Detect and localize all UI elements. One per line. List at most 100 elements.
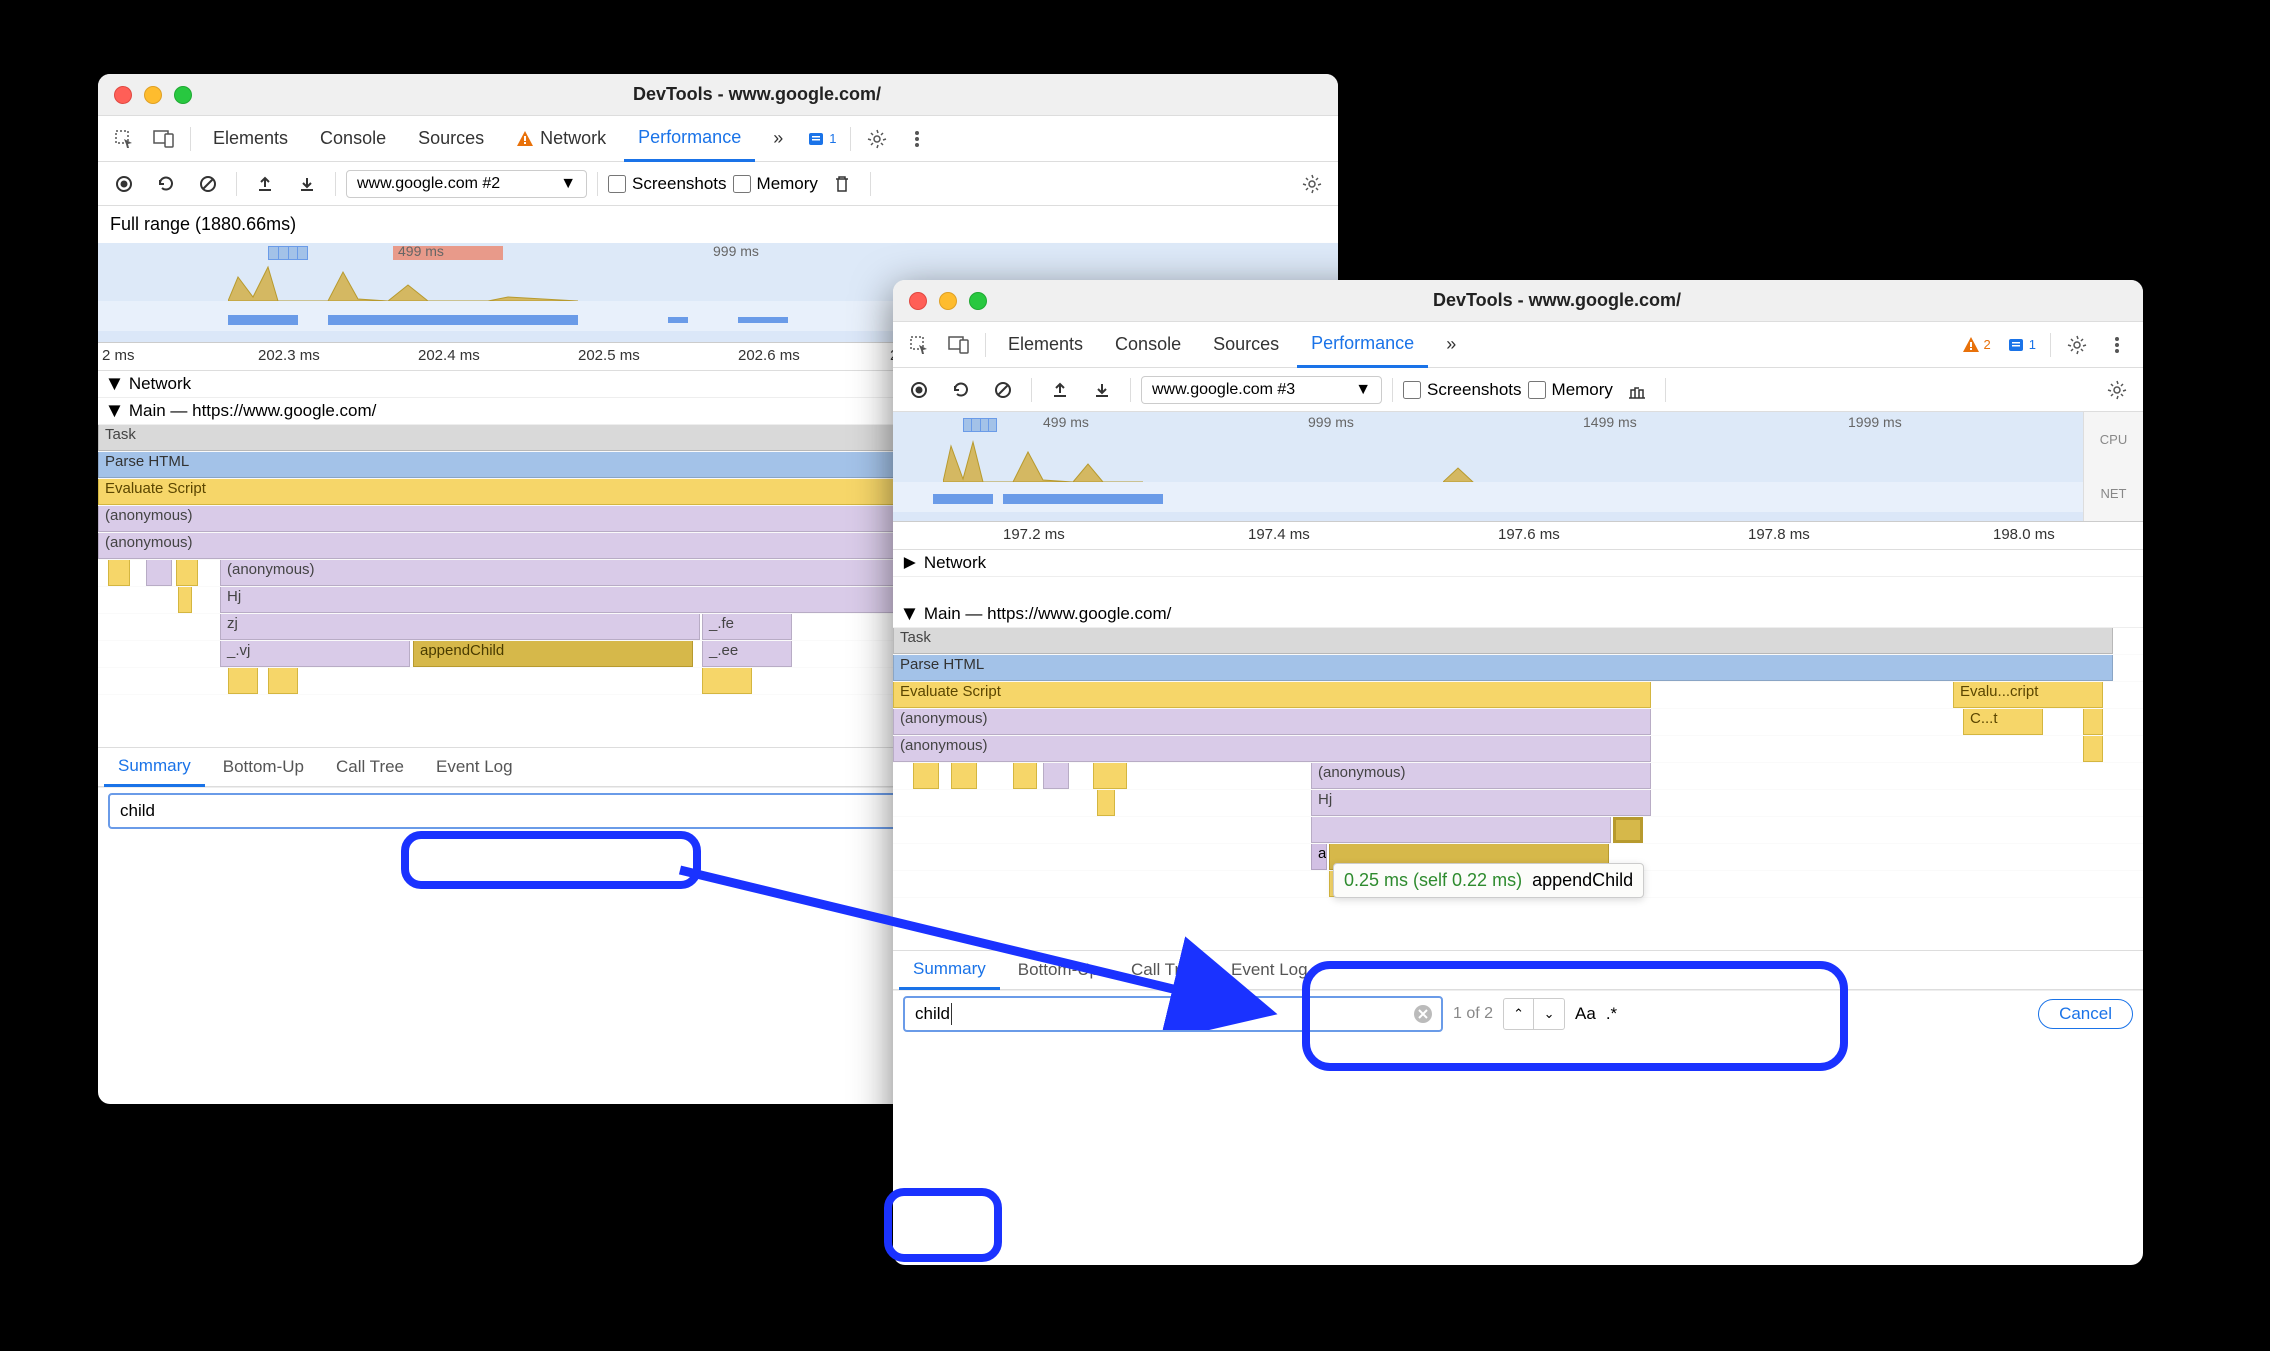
flame-tooltip: 0.25 ms (self 0.22 ms) appendChild bbox=[1333, 863, 1644, 898]
tab-performance[interactable]: Performance bbox=[624, 116, 755, 162]
minimap-overview[interactable]: 499 ms 999 ms 1499 ms 1999 ms CPU NET bbox=[893, 412, 2143, 522]
flame-hj[interactable]: Hj bbox=[1311, 790, 1651, 816]
upload-icon[interactable] bbox=[1042, 372, 1078, 408]
tab-event-log[interactable]: Event Log bbox=[422, 747, 527, 787]
clear-icon[interactable] bbox=[1413, 1004, 1433, 1024]
perf-toolbar: www.google.com #2 ▼ Screenshots Memory bbox=[98, 162, 1338, 206]
flame-anonymous[interactable]: (anonymous) bbox=[893, 709, 1651, 735]
clear-button[interactable] bbox=[985, 372, 1021, 408]
time-ruler[interactable]: 197.2 ms 197.4 ms 197.6 ms 197.8 ms 198.… bbox=[893, 522, 2143, 550]
network-section[interactable]: ▼Network bbox=[893, 550, 2143, 577]
search-next-icon[interactable]: ⌄ bbox=[1534, 999, 1564, 1029]
tab-network[interactable]: Network bbox=[502, 116, 620, 162]
dropdown-icon: ▼ bbox=[560, 175, 576, 193]
flame-anonymous[interactable]: (anonymous) bbox=[1311, 763, 1651, 789]
flame-vj[interactable]: _.vj bbox=[220, 641, 410, 667]
flame-anonymous[interactable]: (anonymous) bbox=[220, 560, 920, 586]
tab-sources[interactable]: Sources bbox=[1199, 322, 1293, 368]
flame-appendchild[interactable]: appendChild bbox=[413, 641, 693, 667]
flame-task[interactable]: Task bbox=[893, 628, 2113, 654]
tab-call-tree[interactable]: Call Tree bbox=[1117, 950, 1213, 990]
download-icon[interactable] bbox=[1084, 372, 1120, 408]
devtools-window-2: DevTools - www.google.com/ Elements Cons… bbox=[893, 280, 2143, 1265]
flame-ee[interactable]: _.ee bbox=[702, 641, 792, 667]
minimize-window-button[interactable] bbox=[939, 292, 957, 310]
main-section[interactable]: ▼Main — https://www.google.com/ bbox=[893, 601, 2143, 628]
titlebar: DevTools - www.google.com/ bbox=[893, 280, 2143, 322]
recording-selector[interactable]: www.google.com #2 ▼ bbox=[346, 170, 587, 198]
tab-elements[interactable]: Elements bbox=[994, 322, 1097, 368]
tab-call-tree[interactable]: Call Tree bbox=[322, 747, 418, 787]
record-button[interactable] bbox=[106, 166, 142, 202]
close-window-button[interactable] bbox=[114, 86, 132, 104]
flame-ct[interactable]: C...t bbox=[1963, 709, 2043, 735]
warning-icon bbox=[516, 130, 534, 148]
flame-fe[interactable]: _.fe bbox=[702, 614, 792, 640]
cancel-button[interactable]: Cancel bbox=[2038, 999, 2133, 1029]
device-toggle-icon[interactable] bbox=[941, 327, 977, 363]
tab-elements[interactable]: Elements bbox=[199, 116, 302, 162]
delete-icon[interactable] bbox=[824, 166, 860, 202]
recording-selector[interactable]: www.google.com #3 ▼ bbox=[1141, 376, 1382, 404]
maximize-window-button[interactable] bbox=[174, 86, 192, 104]
tab-console[interactable]: Console bbox=[1101, 322, 1195, 368]
perf-toolbar: www.google.com #3 ▼ Screenshots Memory bbox=[893, 368, 2143, 412]
tab-more[interactable]: » bbox=[759, 116, 797, 162]
flame-parse-html[interactable]: Parse HTML bbox=[893, 655, 2113, 681]
tab-sources[interactable]: Sources bbox=[404, 116, 498, 162]
collect-garbage-icon[interactable] bbox=[1619, 372, 1655, 408]
tab-console[interactable]: Console bbox=[306, 116, 400, 162]
tab-bottom-up[interactable]: Bottom-Up bbox=[1004, 950, 1113, 990]
inspect-icon[interactable] bbox=[901, 327, 937, 363]
clear-button[interactable] bbox=[190, 166, 226, 202]
issues-icon bbox=[807, 130, 825, 148]
search-prev-icon[interactable]: ⌃ bbox=[1504, 999, 1534, 1029]
device-toggle-icon[interactable] bbox=[146, 121, 182, 157]
minimize-window-button[interactable] bbox=[144, 86, 162, 104]
search-bar: child 1 of 2 ⌃ ⌄ Aa .* Cancel bbox=[893, 990, 2143, 1036]
screenshots-checkbox[interactable]: Screenshots bbox=[608, 174, 727, 194]
reload-record-button[interactable] bbox=[943, 372, 979, 408]
panel-tabbar: Elements Console Sources Network Perform… bbox=[98, 116, 1338, 162]
regex-toggle[interactable]: .* bbox=[1606, 1004, 1617, 1024]
kebab-menu-icon[interactable] bbox=[2099, 327, 2135, 363]
flame-evaluate-script[interactable]: Evaluate Script bbox=[893, 682, 1651, 708]
screenshots-checkbox[interactable]: Screenshots bbox=[1403, 380, 1522, 400]
flame-anonymous[interactable]: (anonymous) bbox=[893, 736, 1651, 762]
tab-more[interactable]: » bbox=[1432, 322, 1470, 368]
tab-summary[interactable]: Summary bbox=[104, 747, 205, 787]
tab-event-log[interactable]: Event Log bbox=[1217, 950, 1322, 990]
search-input[interactable]: child bbox=[903, 996, 1443, 1032]
warnings-badge[interactable]: 2 bbox=[1956, 336, 1997, 354]
window-title: DevTools - www.google.com/ bbox=[987, 290, 2127, 311]
panel-tabbar: Elements Console Sources Performance » 2… bbox=[893, 322, 2143, 368]
reload-record-button[interactable] bbox=[148, 166, 184, 202]
details-tabs: Summary Bottom-Up Call Tree Event Log bbox=[893, 950, 2143, 990]
flame-chart[interactable]: Task Parse HTML Evaluate Script Evalu...… bbox=[893, 628, 2143, 898]
settings-gear-icon[interactable] bbox=[2099, 372, 2135, 408]
memory-checkbox[interactable]: Memory bbox=[733, 174, 818, 194]
settings-icon[interactable] bbox=[2059, 327, 2095, 363]
kebab-menu-icon[interactable] bbox=[899, 121, 935, 157]
search-result-count: 1 of 2 bbox=[1453, 1005, 1493, 1023]
window-title: DevTools - www.google.com/ bbox=[192, 84, 1322, 105]
flame-a[interactable]: a bbox=[1311, 844, 1327, 870]
tab-performance[interactable]: Performance bbox=[1297, 322, 1428, 368]
issues-badge[interactable]: 1 bbox=[801, 130, 842, 148]
issues-badge[interactable]: 1 bbox=[2001, 336, 2042, 354]
upload-icon[interactable] bbox=[247, 166, 283, 202]
settings-gear-icon[interactable] bbox=[1294, 166, 1330, 202]
flame-evaluate-script-2[interactable]: Evalu...cript bbox=[1953, 682, 2103, 708]
download-icon[interactable] bbox=[289, 166, 325, 202]
tab-summary[interactable]: Summary bbox=[899, 950, 1000, 990]
record-button[interactable] bbox=[901, 372, 937, 408]
memory-checkbox[interactable]: Memory bbox=[1528, 380, 1613, 400]
maximize-window-button[interactable] bbox=[969, 292, 987, 310]
flame-hj[interactable]: Hj bbox=[220, 587, 920, 613]
tab-bottom-up[interactable]: Bottom-Up bbox=[209, 747, 318, 787]
flame-zj[interactable]: zj bbox=[220, 614, 700, 640]
match-case-toggle[interactable]: Aa bbox=[1575, 1004, 1596, 1024]
settings-icon[interactable] bbox=[859, 121, 895, 157]
close-window-button[interactable] bbox=[909, 292, 927, 310]
inspect-icon[interactable] bbox=[106, 121, 142, 157]
